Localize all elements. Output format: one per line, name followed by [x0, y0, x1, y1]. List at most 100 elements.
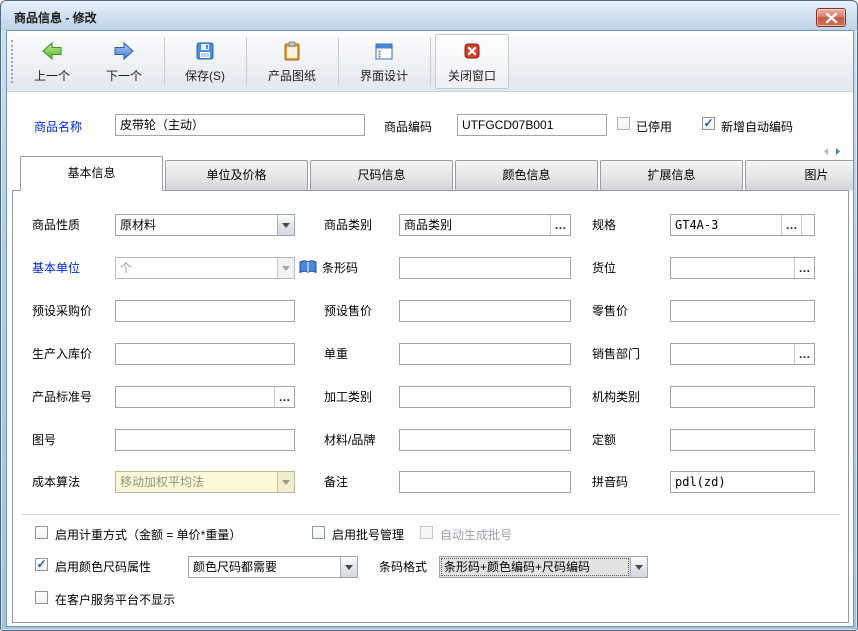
window-design-icon — [373, 40, 395, 65]
toolbar-separator — [430, 37, 431, 85]
arrow-left-green-icon — [41, 40, 63, 65]
remark-label: 备注 — [324, 475, 348, 489]
quota-label: 定额 — [592, 433, 616, 447]
combo-dropdown-button — [277, 472, 294, 492]
toolbar-separator — [338, 37, 339, 85]
batch-mgmt-checkbox[interactable] — [312, 526, 325, 539]
titlebar-close-button[interactable] — [816, 8, 846, 27]
cost-method-combo[interactable]: 移动加权平均法 — [115, 471, 295, 493]
sales-department-field[interactable]: … — [670, 343, 815, 365]
spec-field[interactable]: GT4A-3 … — [670, 214, 815, 236]
color-size-checkbox-label[interactable]: 启用颜色尺码属性 — [55, 560, 151, 574]
product-code-input[interactable]: UTFGCD07B001 — [457, 114, 607, 136]
tab-picture[interactable]: 图片 — [745, 160, 854, 190]
pinyin-code-input[interactable]: pdl(zd) — [670, 471, 815, 493]
title-bar: 商品信息 - 修改 — [1, 1, 857, 30]
book-icon[interactable] — [298, 259, 318, 279]
drawing-no-input[interactable] — [115, 429, 295, 451]
combo-dropdown-button — [277, 258, 294, 278]
next-button-label: 下一个 — [106, 67, 142, 84]
base-unit-combo[interactable]: 个 — [115, 257, 295, 279]
tab-size-info[interactable]: 尺码信息 — [310, 160, 453, 190]
process-category-input[interactable] — [399, 386, 571, 408]
auto-code-checkbox[interactable]: ✓ — [702, 117, 715, 130]
toolbar-grip[interactable] — [11, 40, 13, 83]
tab-color-info[interactable]: 颜色信息 — [455, 160, 598, 190]
weight-mode-checkbox-label[interactable]: 启用计重方式（金额 = 单价*重量） — [55, 528, 241, 542]
remark-input[interactable] — [399, 471, 571, 493]
browse-button[interactable]: … — [794, 258, 814, 278]
hide-platform-checkbox-label[interactable]: 在客户服务平台不显示 — [55, 593, 175, 607]
combo-dropdown-button[interactable] — [630, 557, 647, 577]
unit-weight-label: 单重 — [324, 347, 348, 361]
hide-platform-checkbox[interactable] — [35, 591, 48, 604]
previous-button-label: 上一个 — [34, 67, 70, 84]
product-category-field[interactable]: 商品类别 … — [399, 214, 571, 236]
color-size-combo[interactable]: 颜色尺码都需要 — [188, 556, 358, 578]
close-window-button[interactable]: 关闭窗口 — [435, 34, 509, 89]
ui-design-button-label: 界面设计 — [360, 67, 408, 84]
browse-button[interactable]: … — [274, 387, 294, 407]
product-standard-no-field[interactable]: … — [115, 386, 295, 408]
unit-weight-input[interactable] — [399, 343, 571, 365]
preset-sale-price-input[interactable] — [399, 300, 571, 322]
sales-department-label: 销售部门 — [592, 347, 640, 361]
toolbar-separator — [164, 37, 165, 85]
chevron-down-icon — [282, 266, 290, 271]
base-unit-label[interactable]: 基本单位 — [32, 261, 80, 275]
preset-sale-price-label: 预设售价 — [324, 304, 372, 318]
spec-extra-button[interactable] — [801, 215, 814, 235]
storage-location-field[interactable]: … — [670, 257, 815, 279]
product-nature-label: 商品性质 — [32, 218, 80, 232]
product-standard-no-label: 产品标准号 — [32, 390, 92, 404]
stopped-checkbox-label[interactable]: 已停用 — [636, 120, 672, 134]
next-button[interactable]: 下一个 — [89, 34, 159, 89]
ui-design-button[interactable]: 界面设计 — [343, 34, 425, 89]
browse-button[interactable]: … — [781, 215, 801, 235]
floppy-disk-icon — [194, 40, 216, 65]
combo-dropdown-button[interactable] — [277, 215, 294, 235]
tab-basic-info[interactable]: 基本信息 — [20, 156, 163, 191]
check-icon: ✓ — [36, 559, 46, 570]
product-name-input[interactable]: 皮带轮（主动） — [115, 114, 365, 136]
close-red-icon — [461, 40, 483, 65]
product-drawing-button-label: 产品图纸 — [268, 67, 316, 84]
product-drawing-button[interactable]: 产品图纸 — [251, 34, 333, 89]
auto-batch-checkbox-label: 自动生成批号 — [440, 528, 512, 542]
tab-scroll-left-icon[interactable] — [822, 147, 830, 156]
retail-price-input[interactable] — [670, 300, 815, 322]
tab-extended-info[interactable]: 扩展信息 — [600, 160, 743, 190]
product-nature-combo[interactable]: 原材料 — [115, 214, 295, 236]
drawing-no-label: 图号 — [32, 433, 56, 447]
stopped-checkbox[interactable] — [617, 117, 630, 130]
combo-dropdown-button[interactable] — [340, 557, 357, 577]
save-button[interactable]: 保存(S) — [169, 34, 241, 89]
preset-purchase-price-input[interactable] — [115, 300, 295, 322]
auto-code-checkbox-label[interactable]: 新增自动编码 — [721, 120, 793, 134]
quota-input[interactable] — [670, 429, 815, 451]
production-in-price-input[interactable] — [115, 343, 295, 365]
chevron-down-icon — [282, 480, 290, 485]
material-brand-input[interactable] — [399, 429, 571, 451]
barcode-input[interactable] — [399, 257, 571, 279]
tab-scroll-right-icon[interactable] — [834, 147, 842, 156]
window-title: 商品信息 - 修改 — [14, 9, 97, 26]
chevron-down-icon — [282, 223, 290, 228]
product-category-label: 商品类别 — [324, 218, 372, 232]
barcode-label: 条形码 — [322, 261, 358, 275]
production-in-price-label: 生产入库价 — [32, 347, 92, 361]
org-category-input[interactable] — [670, 386, 815, 408]
product-name-label[interactable]: 商品名称 — [34, 120, 82, 134]
barcode-format-combo[interactable]: 条形码+颜色编码+尺码编码 — [439, 556, 648, 578]
barcode-format-label: 条码格式 — [379, 560, 427, 574]
browse-button[interactable]: … — [550, 215, 570, 235]
weight-mode-checkbox[interactable] — [35, 526, 48, 539]
batch-mgmt-checkbox-label[interactable]: 启用批号管理 — [332, 528, 404, 542]
auto-batch-checkbox — [420, 526, 433, 539]
browse-button[interactable]: … — [794, 344, 814, 364]
color-size-checkbox[interactable]: ✓ — [35, 558, 48, 571]
previous-button[interactable]: 上一个 — [17, 34, 87, 89]
material-brand-label: 材料/品牌 — [324, 433, 375, 447]
tab-unit-price[interactable]: 单位及价格 — [165, 160, 308, 190]
clipboard-icon — [281, 40, 303, 65]
